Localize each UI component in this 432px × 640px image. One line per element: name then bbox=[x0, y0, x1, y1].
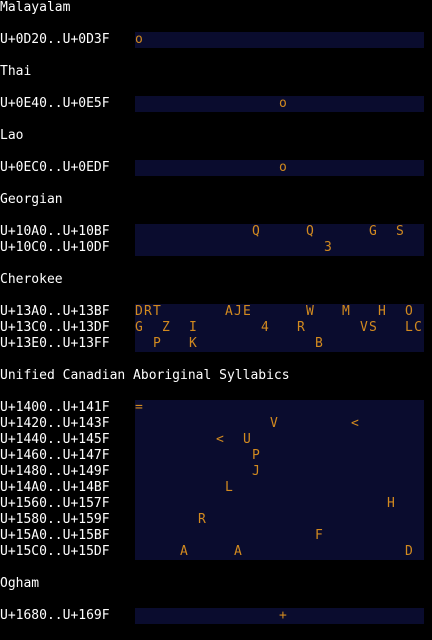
glyph-cell: T bbox=[153, 304, 161, 319]
glyph-cell: G bbox=[135, 320, 143, 335]
glyph-cell: Z bbox=[162, 320, 170, 335]
glyph-cell: J bbox=[234, 304, 242, 319]
glyph-cell: Q bbox=[306, 224, 314, 239]
range-label: U+14A0..U+14BF bbox=[0, 480, 110, 495]
glyph-cell: A bbox=[225, 304, 233, 319]
glyph-cell: o bbox=[279, 96, 287, 111]
glyph-cell: U bbox=[243, 432, 251, 447]
glyph-cell: Q bbox=[252, 224, 260, 239]
range-label: U+15C0..U+15DF bbox=[0, 544, 110, 559]
range-label: U+0EC0..U+0EDF bbox=[0, 160, 110, 175]
section-heading-thai: Thai bbox=[0, 64, 32, 79]
range-label: U+1440..U+145F bbox=[0, 432, 110, 447]
glyph-cell: = bbox=[135, 400, 143, 415]
glyph-cell: W bbox=[306, 304, 314, 319]
glyph-strip-unified-canadian-aboriginal-syllabics bbox=[135, 400, 424, 560]
range-label: U+10C0..U+10DF bbox=[0, 240, 110, 255]
glyph-cell: A bbox=[180, 544, 188, 559]
glyph-cell: V bbox=[360, 320, 368, 335]
range-label: U+1460..U+147F bbox=[0, 448, 110, 463]
range-label: U+13E0..U+13FF bbox=[0, 336, 110, 351]
glyph-cell: J bbox=[252, 464, 260, 479]
glyph-cell: H bbox=[378, 304, 386, 319]
glyph-cell: < bbox=[351, 416, 359, 431]
range-label: U+10A0..U+10BF bbox=[0, 224, 110, 239]
glyph-cell: B bbox=[315, 336, 323, 351]
range-label: U+1400..U+141F bbox=[0, 400, 110, 415]
range-label: U+1680..U+169F bbox=[0, 608, 110, 623]
section-heading-ogham: Ogham bbox=[0, 576, 40, 591]
section-heading-lao: Lao bbox=[0, 128, 24, 143]
glyph-cell: D bbox=[135, 304, 143, 319]
range-label: U+13C0..U+13DF bbox=[0, 320, 110, 335]
glyph-cell: o bbox=[279, 160, 287, 175]
glyph-cell: 4 bbox=[261, 320, 269, 335]
glyph-cell: K bbox=[189, 336, 197, 351]
glyph-cell: O bbox=[405, 304, 413, 319]
glyph-cell: < bbox=[216, 432, 224, 447]
glyph-cell: G bbox=[369, 224, 377, 239]
section-heading-malayalam: Malayalam bbox=[0, 0, 71, 15]
section-heading-georgian: Georgian bbox=[0, 192, 63, 207]
range-label: U+1420..U+143F bbox=[0, 416, 110, 431]
glyph-cell: C bbox=[414, 320, 422, 335]
glyph-cell: L bbox=[225, 480, 233, 495]
range-label: U+1480..U+149F bbox=[0, 464, 110, 479]
glyph-cell: P bbox=[153, 336, 161, 351]
glyph-cell: S bbox=[396, 224, 404, 239]
glyph-cell: I bbox=[189, 320, 197, 335]
glyph-cell: F bbox=[315, 528, 323, 543]
range-label: U+0D20..U+0D3F bbox=[0, 32, 110, 47]
glyph-cell: P bbox=[252, 448, 260, 463]
glyph-cell: R bbox=[144, 304, 152, 319]
range-label: U+13A0..U+13BF bbox=[0, 304, 110, 319]
range-label: U+0E40..U+0E5F bbox=[0, 96, 110, 111]
glyph-cell: + bbox=[279, 608, 287, 623]
glyph-cell: S bbox=[369, 320, 377, 335]
glyph-strip-georgian bbox=[135, 224, 424, 256]
glyph-cell: L bbox=[405, 320, 413, 335]
glyph-cell: E bbox=[243, 304, 251, 319]
glyph-strip-malayalam bbox=[135, 32, 424, 48]
glyph-cell: R bbox=[198, 512, 206, 527]
glyph-cell: 3 bbox=[324, 240, 332, 255]
glyph-cell: V bbox=[270, 416, 278, 431]
glyph-cell: o bbox=[135, 32, 143, 47]
glyph-cell: R bbox=[297, 320, 305, 335]
glyph-cell: H bbox=[387, 496, 395, 511]
glyph-cell: A bbox=[234, 544, 242, 559]
glyph-cell: D bbox=[405, 544, 413, 559]
range-label: U+1580..U+159F bbox=[0, 512, 110, 527]
glyph-cell: M bbox=[342, 304, 350, 319]
range-label: U+15A0..U+15BF bbox=[0, 528, 110, 543]
section-heading-cherokee: Cherokee bbox=[0, 272, 63, 287]
section-heading-unified-canadian-aboriginal-syllabics: Unified Canadian Aboriginal Syllabics bbox=[0, 368, 290, 383]
range-label: U+1560..U+157F bbox=[0, 496, 110, 511]
